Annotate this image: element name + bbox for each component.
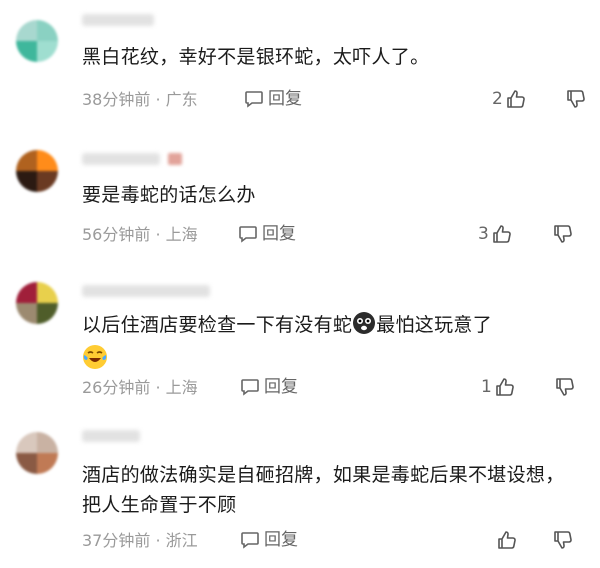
comment-meta: 26分钟前 · 上海 <box>82 378 198 398</box>
like-button[interactable]: 3 <box>478 223 513 245</box>
thumbs-down-icon <box>554 531 572 549</box>
dislike-button[interactable] <box>565 88 587 114</box>
like-count: 3 <box>478 224 489 244</box>
username-blurred[interactable] <box>82 14 154 26</box>
reply-icon <box>241 532 259 549</box>
reply-icon <box>239 226 257 243</box>
meta-separator: · <box>150 90 166 109</box>
comment-text: 以后住酒店要检查一下有没有蛇 最怕这玩意了 <box>82 310 562 379</box>
dislike-button[interactable] <box>552 223 574 249</box>
like-button[interactable] <box>494 529 518 551</box>
reply-icon <box>241 379 259 396</box>
thumbs-up-icon <box>493 225 511 243</box>
comment-time: 37分钟前 <box>82 531 151 550</box>
crying-laughing-icon <box>82 344 108 379</box>
thumbs-down-icon <box>567 90 585 108</box>
comment-time: 38分钟前 <box>82 90 151 109</box>
reply-label: 回复 <box>268 89 302 109</box>
meta-separator: · <box>150 225 166 244</box>
dislike-button[interactable] <box>552 529 574 555</box>
comment-meta: 38分钟前 · 广东 <box>82 90 198 110</box>
reply-label: 回复 <box>262 224 296 244</box>
reply-label: 回复 <box>264 377 298 397</box>
reply-button[interactable]: 回复 <box>244 89 302 109</box>
comment-location: 上海 <box>165 378 198 397</box>
user-badge <box>168 153 182 165</box>
thumbs-down-icon <box>554 225 572 243</box>
thumbs-up-icon <box>507 90 525 108</box>
comment-time: 56分钟前 <box>82 225 151 244</box>
comment-text-part: 最怕这玩意了 <box>376 314 493 336</box>
comment-text: 酒店的做法确实是自砸招牌，如果是毒蛇后果不堪设想，把人生命置于不顾 <box>82 464 565 516</box>
username-blurred[interactable] <box>82 153 160 165</box>
avatar[interactable] <box>16 282 58 324</box>
reply-button[interactable]: 回复 <box>240 377 298 397</box>
username-blurred[interactable] <box>82 430 140 442</box>
comment-time: 26分钟前 <box>82 378 151 397</box>
like-count: 1 <box>481 377 492 397</box>
like-button[interactable]: 2 <box>492 88 527 110</box>
comment-location: 广东 <box>165 90 198 109</box>
like-count: 2 <box>492 89 503 109</box>
reply-icon <box>245 91 263 108</box>
comment-text-part: 以后住酒店要检查一下有没有蛇 <box>82 314 353 336</box>
comment-text: 黑白花纹，幸好不是银环蛇，太吓人了。 <box>82 46 430 68</box>
comment-location: 浙江 <box>165 531 198 550</box>
reply-label: 回复 <box>264 530 298 550</box>
thumbs-up-icon <box>498 531 516 549</box>
dislike-button[interactable] <box>554 376 576 402</box>
meta-separator: · <box>150 378 166 397</box>
comment-text: 要是毒蛇的话怎么办 <box>82 184 256 206</box>
avatar[interactable] <box>16 432 58 474</box>
scared-face-icon <box>352 311 376 344</box>
reply-button[interactable]: 回复 <box>238 224 296 244</box>
comment-meta: 56分钟前 · 上海 <box>82 225 198 245</box>
username-blurred[interactable] <box>82 285 210 297</box>
meta-separator: · <box>150 531 166 550</box>
comment-location: 上海 <box>165 225 198 244</box>
avatar[interactable] <box>16 150 58 192</box>
thumbs-down-icon <box>556 378 574 396</box>
reply-button[interactable]: 回复 <box>240 530 298 550</box>
avatar[interactable] <box>16 20 58 62</box>
thumbs-up-icon <box>496 378 514 396</box>
comment-meta: 37分钟前 · 浙江 <box>82 531 198 551</box>
like-button[interactable]: 1 <box>481 376 516 398</box>
